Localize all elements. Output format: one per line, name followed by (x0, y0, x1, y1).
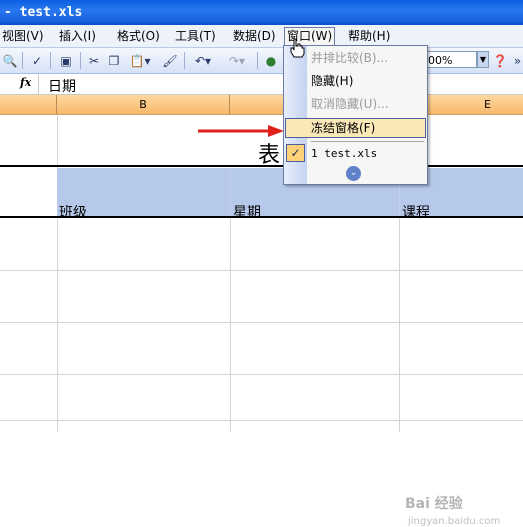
grid-line (0, 374, 523, 375)
expand-menu-chevron-icon[interactable]: ⌄ (346, 166, 361, 181)
undo-icon[interactable]: ↶▾ (190, 53, 216, 69)
copy-icon[interactable]: ❐ (106, 53, 122, 69)
formula-bar: fx 日期 (0, 74, 523, 95)
menu-view[interactable]: 视图(V) (0, 28, 46, 44)
spelling-icon[interactable]: ✓ (28, 53, 46, 69)
menu-format[interactable]: 格式(O) (115, 28, 162, 44)
worksheet-grid[interactable]: 表 班级 星期 课程 Bai 经验 jingyan.baidu.com (0, 115, 523, 527)
checkmark-icon: ✓ (286, 144, 305, 162)
formula-bar-divider (38, 74, 39, 94)
menu-bar: 视图(V) 插入(I) 格式(O) 工具(T) 数据(D) 窗口(W) 帮助(H… (0, 25, 523, 48)
standard-toolbar: 🔍 ✓ ▣ ✂ ❐ 📋▾ 🖌 ↶▾ ↷▾ ● 00% ▼ ❓ » (0, 48, 523, 74)
toolbar-separator (257, 52, 258, 69)
cut-icon[interactable]: ✂ (86, 53, 102, 69)
menu-insert[interactable]: 插入(I) (57, 28, 98, 44)
title-bar: - test.xls (0, 0, 523, 25)
grid-line (0, 322, 523, 323)
baidu-watermark-url: jingyan.baidu.com (408, 516, 501, 527)
thick-border (0, 165, 523, 167)
grid-line (0, 420, 523, 421)
menu-item-freeze-panes[interactable]: 冻结窗格(F) (311, 118, 375, 138)
header-cell-weekday[interactable]: 星期 (233, 202, 261, 222)
column-header-row: B E (0, 95, 523, 115)
toolbar-options-icon[interactable]: » (512, 53, 523, 69)
window-menu-dropdown: 并排比较(B)... 隐藏(H) 取消隐藏(U)... 冻结窗格(F) ✓ 1 … (283, 45, 428, 185)
hand-cursor-icon (290, 38, 305, 58)
paste-icon[interactable]: 📋▾ (128, 53, 152, 69)
red-arrow-icon (198, 125, 284, 137)
grid-line (57, 115, 58, 432)
menu-item-unhide[interactable]: 取消隐藏(U)... (311, 94, 389, 114)
menu-tools[interactable]: 工具(T) (173, 28, 218, 44)
zoom-dropdown-arrow-icon[interactable]: ▼ (477, 51, 489, 68)
column-header-b[interactable]: B (57, 95, 230, 114)
grid-line (230, 168, 231, 216)
menu-separator (311, 141, 424, 142)
redo-icon[interactable]: ↷▾ (224, 53, 250, 69)
menu-data[interactable]: 数据(D) (231, 28, 278, 44)
header-cell-course[interactable]: 课程 (402, 202, 430, 222)
print-preview-icon[interactable]: 🔍 (2, 53, 18, 69)
toolbar-separator (184, 52, 185, 69)
baidu-watermark: Bai 经验 (405, 496, 463, 512)
toolbar-separator (50, 52, 51, 69)
header-cell-class[interactable]: 班级 (59, 202, 87, 222)
hyperlink-icon[interactable]: ● (263, 53, 279, 69)
menu-icon-strip (284, 46, 307, 184)
insert-function-icon[interactable]: fx (20, 76, 31, 89)
grid-line (0, 270, 523, 271)
window-title: - test.xls (4, 5, 83, 20)
research-icon[interactable]: ▣ (58, 53, 74, 69)
menu-item-window-test-xls[interactable]: 1 test.xls (311, 144, 377, 164)
column-header-a[interactable] (0, 95, 57, 114)
format-painter-icon[interactable]: 🖌 (162, 53, 178, 69)
help-icon[interactable]: ❓ (492, 53, 508, 69)
toolbar-separator (22, 52, 23, 69)
zoom-combobox[interactable]: 00% (423, 51, 477, 68)
toolbar-separator (80, 52, 81, 69)
formula-input[interactable]: 日期 (48, 76, 76, 96)
menu-help[interactable]: 帮助(H) (346, 28, 392, 44)
menu-item-compare-side-by-side[interactable]: 并排比较(B)... (311, 48, 388, 68)
menu-item-hide[interactable]: 隐藏(H) (311, 71, 353, 91)
